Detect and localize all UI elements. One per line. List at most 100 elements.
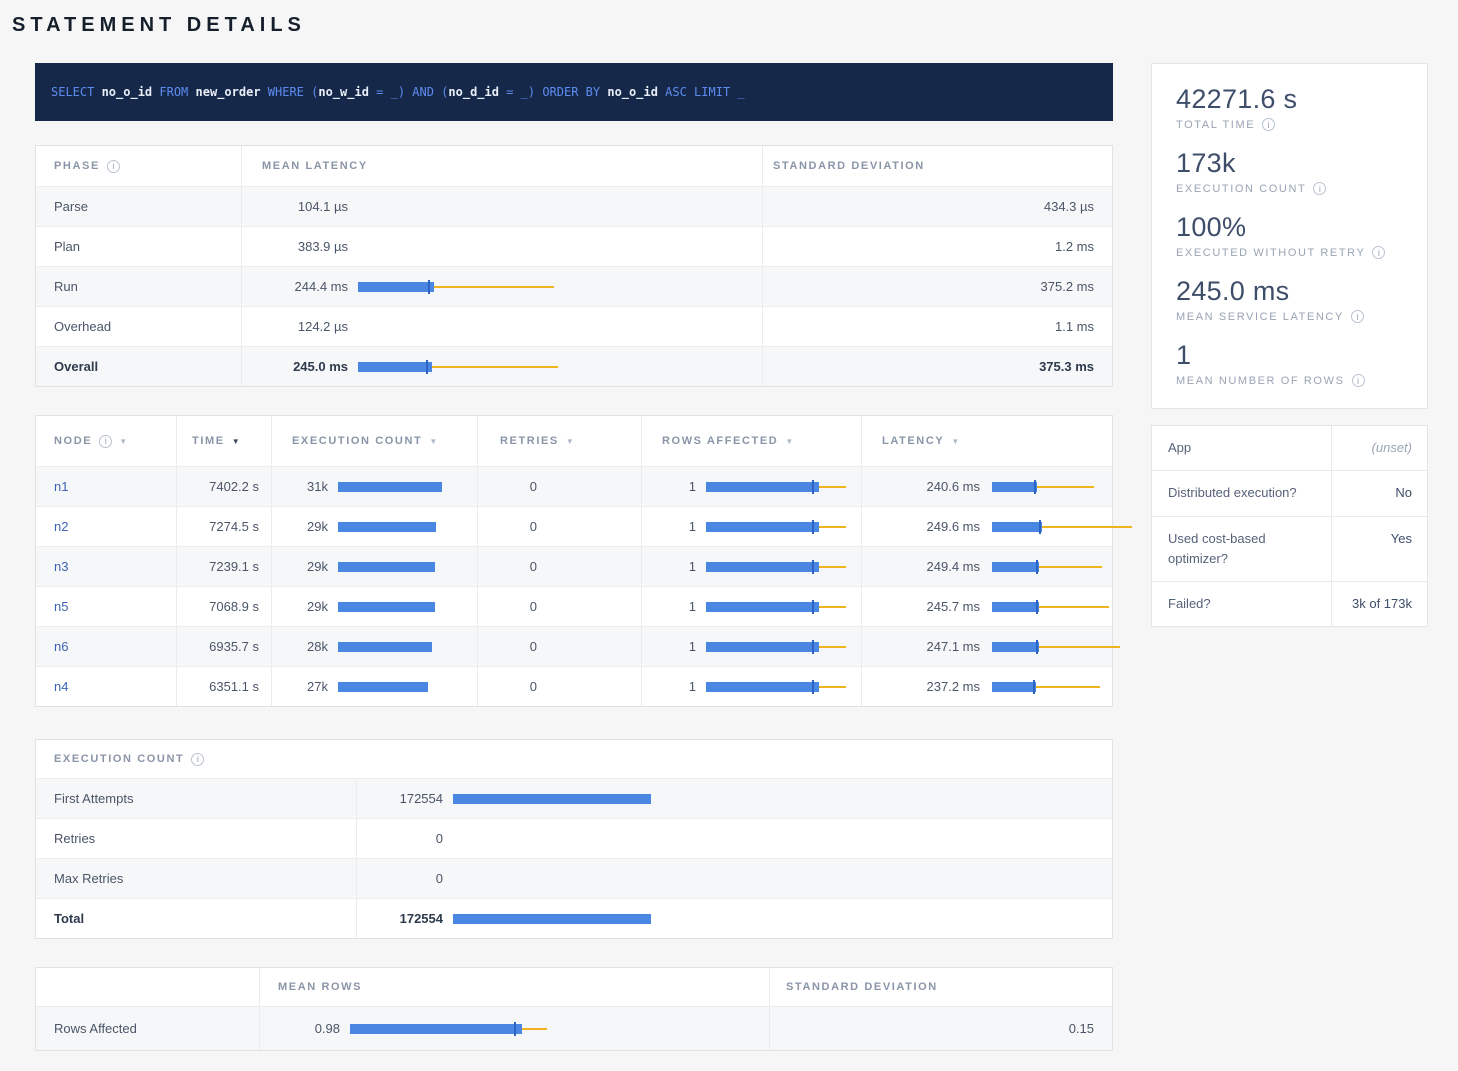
node-row: n6 6935.7 s 28k 0 1 247.1 ms [36,626,1112,666]
bar-fill [338,682,428,692]
bar-tick [1034,480,1036,494]
summary-stats-card: 42271.6 s TOTAL TIMEi 173k EXECUTION COU… [1151,63,1428,409]
sql-token: no_d_id [448,85,499,99]
bar-tick [812,520,814,534]
node-cell: n4 [36,667,176,706]
node-table: NODEi▼ TIME▼ EXECUTION COUNT▼ RETRIES▼ R… [35,415,1113,707]
col-header-phase: PHASEi [36,146,241,186]
sql-token: SELECT [51,85,102,99]
main-content: SELECT no_o_id FROM new_order WHERE (no_… [35,63,1113,1051]
count-value: 29k [272,599,328,614]
latency-value: 249.6 ms [862,519,980,534]
node-link[interactable]: n2 [54,519,68,534]
time-value: 7068.9 s [176,587,271,626]
exec-count-cell: 0 [356,819,1112,858]
execution-count-cell: 31k [271,467,477,506]
stat-mean-service-latency: 245.0 ms MEAN SERVICE LATENCYi [1176,276,1403,323]
phase-row-overall: Overall 245.0 ms 375.3 ms [36,346,1112,386]
col-label: EXECUTION COUNT [292,435,422,447]
exec-row-label: Total [36,899,356,938]
latency-value: 240.6 ms [862,479,980,494]
row-label: Rows Affected [36,1007,259,1050]
bar-tick [812,560,814,574]
mean-latency-cell: 104.1 µs [241,187,762,226]
info-icon[interactable]: i [99,435,112,448]
rows-bar [706,560,846,574]
stat-label-text: MEAN NUMBER OF ROWS [1176,375,1345,387]
time-value: 7274.5 s [176,507,271,546]
info-icon[interactable]: i [1372,246,1385,259]
sql-statement-box: SELECT no_o_id FROM new_order WHERE (no_… [35,63,1113,121]
sql-token: no_o_id [607,85,658,99]
rows-value: 1 [642,679,696,694]
sql-token: ASC LIMIT _ [658,85,745,99]
info-icon[interactable]: i [1262,118,1275,131]
stat-label: MEAN NUMBER OF ROWS i [1176,374,1403,387]
node-link[interactable]: n6 [54,639,68,654]
node-link[interactable]: n3 [54,559,68,574]
col-label: MEAN LATENCY [262,160,368,172]
rows-affected-cell: 1 [641,587,861,626]
col-header-time[interactable]: TIME▼ [176,416,271,466]
col-header-execution-count[interactable]: EXECUTION COUNT ▼ [271,416,477,466]
retries-value: 0 [477,667,641,706]
phase-row-run: Run 244.4 ms 375.2 ms [36,266,1112,306]
node-link[interactable]: n5 [54,599,68,614]
sort-desc-icon: ▼ [119,437,127,446]
bar-tick [1033,680,1035,694]
rows-affected-cell: 1 [641,467,861,506]
execution-count-cell: 28k [271,627,477,666]
retries-value: 0 [477,507,641,546]
latency-bar [992,560,1142,574]
count-value: 29k [272,559,328,574]
stat-mean-number-of-rows: 1 MEAN NUMBER OF ROWSi [1176,340,1403,387]
col-header-retries[interactable]: RETRIES▼ [477,416,641,466]
statement-attributes-card: App (unset) Distributed execution? No Us… [1151,425,1428,627]
bar-tick [812,640,814,654]
node-row: n1 7402.2 s 31k 0 1 240.6 ms [36,466,1112,506]
stat-label-text: MEAN SERVICE LATENCY [1176,311,1344,323]
bar-fill [706,562,819,572]
rows-bar [706,680,846,694]
stddev-value: 375.2 ms [762,267,1112,306]
col-header-node[interactable]: NODEi▼ [36,416,176,466]
sql-token: no_w_id [318,85,369,99]
bar-fill [358,282,434,292]
col-header-rows-affected[interactable]: ROWS AFFECTED▼ [641,416,861,466]
count-value: 31k [272,479,328,494]
info-icon[interactable]: i [191,753,204,766]
latency-cell: 245.7 ms [861,587,1112,626]
stat-label-text: TOTAL TIME [1176,119,1255,131]
bar-tick [812,600,814,614]
col-label: STANDARD DEVIATION [773,160,925,172]
rows-value: 1 [642,479,696,494]
time-value: 6935.7 s [176,627,271,666]
stat-label-text: EXECUTION COUNT [1176,183,1306,195]
rows-affected-cell: 1 [641,667,861,706]
rows-bar [350,1022,770,1036]
phase-table: PHASEi MEAN LATENCY STANDARD DEVIATION P… [35,145,1113,387]
info-icon[interactable]: i [1352,374,1365,387]
bar-tick [812,680,814,694]
page-title: STATEMENT DETAILS [0,0,1458,37]
node-link[interactable]: n1 [54,479,68,494]
exec-row-label: Max Retries [36,859,356,898]
node-link[interactable]: n4 [54,679,68,694]
info-icon[interactable]: i [1351,310,1364,323]
sidebar: 42271.6 s TOTAL TIMEi 173k EXECUTION COU… [1151,63,1428,627]
detail-label: Failed? [1152,582,1331,626]
info-icon[interactable]: i [107,160,120,173]
phase-row-plan: Plan 383.9 µs 1.2 ms [36,226,1112,266]
exec-row-label: First Attempts [36,779,356,818]
stat-label: EXECUTION COUNT i [1176,182,1403,195]
count-value: 28k [272,639,328,654]
count-bar [338,560,442,574]
detail-label: Distributed execution? [1152,471,1331,515]
sort-desc-icon: ▼ [429,437,437,446]
stat-value: 100% [1176,212,1403,243]
node-cell: n6 [36,627,176,666]
col-header-latency[interactable]: LATENCY▼ [861,416,1112,466]
latency-bar [358,360,558,374]
count-bar [453,792,1093,806]
info-icon[interactable]: i [1313,182,1326,195]
